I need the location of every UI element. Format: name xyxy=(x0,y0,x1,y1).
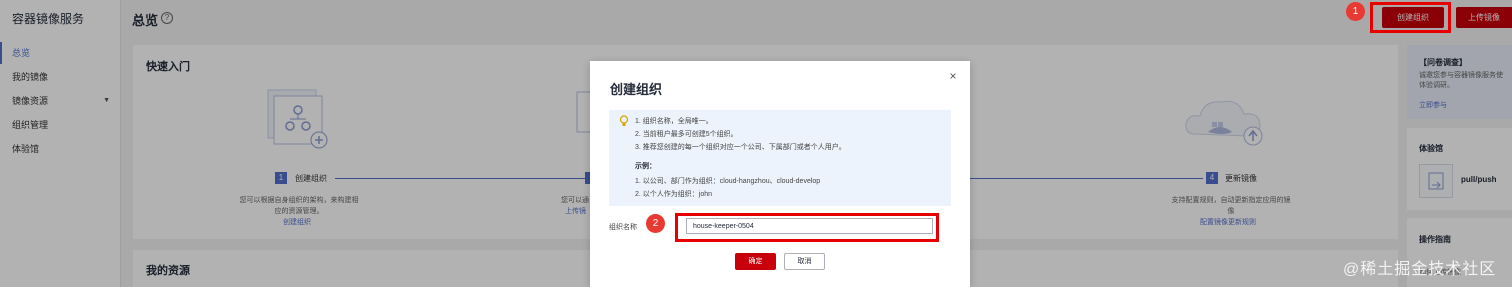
watermark: @稀土掘金技术社区 xyxy=(1343,261,1497,278)
tip-line: 2. 当前租户最多可创建5个组织。 xyxy=(635,131,738,138)
example-line: 2. 以个人作为组织：john xyxy=(635,191,713,198)
step-badge: 2 xyxy=(646,214,665,233)
highlight-box xyxy=(1370,2,1451,33)
cancel-button[interactable]: 取消 xyxy=(784,253,825,270)
dialog-title: 创建组织 xyxy=(610,82,663,97)
lightbulb-icon xyxy=(619,115,629,126)
org-name-input[interactable] xyxy=(686,218,933,234)
confirm-button[interactable]: 确定 xyxy=(735,253,776,270)
example-line: 1. 以公司、部门作为组织：cloud-hangzhou、cloud-devel… xyxy=(635,178,821,185)
tip-line: 1. 组织名称，全局唯一。 xyxy=(635,118,713,125)
close-icon[interactable]: × xyxy=(947,70,959,82)
example-title: 示例： xyxy=(635,163,656,170)
create-org-dialog: 创建组织 × 1. 组织名称，全局唯一。 2. 当前租户最多可创建5个组织。 3… xyxy=(590,61,970,287)
step-badge: 1 xyxy=(1346,2,1365,21)
tip-line: 3. 推荐您创建的每一个组织对应一个公司、下属部门或者个人用户。 xyxy=(635,144,846,151)
tip-panel: 1. 组织名称，全局唯一。 2. 当前租户最多可创建5个组织。 3. 推荐您创建… xyxy=(609,110,951,206)
org-name-label: 组织名称 xyxy=(609,224,637,231)
